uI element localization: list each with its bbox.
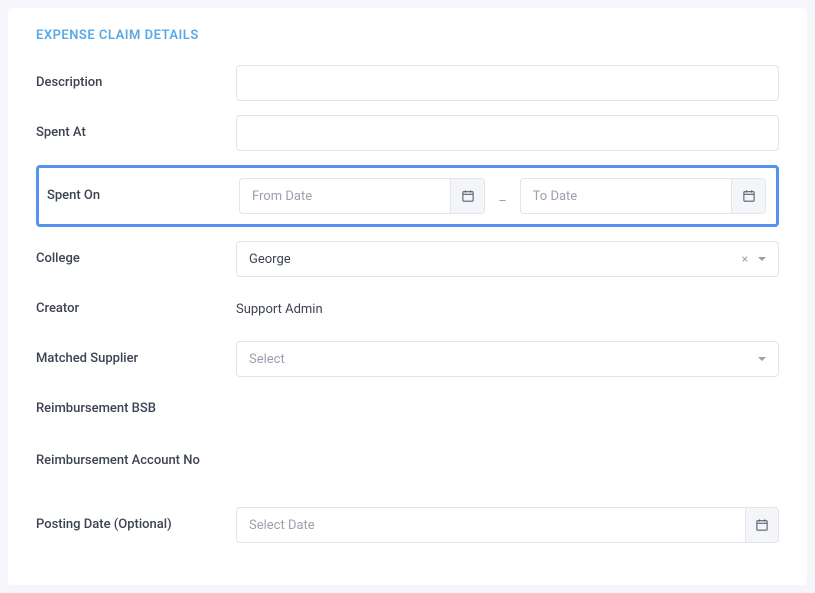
from-date-input[interactable] (240, 179, 450, 213)
college-select[interactable]: George × (236, 241, 779, 277)
row-reimbursement-account-no: Reimbursement Account No (36, 449, 779, 485)
label-reimbursement-account-no: Reimbursement Account No (36, 449, 236, 470)
label-spent-at: Spent At (36, 125, 236, 142)
posting-date-placeholder: Select Date (249, 518, 315, 533)
calendar-icon (743, 190, 755, 202)
chevron-down-icon (758, 257, 766, 261)
row-creator: Creator Support Admin (36, 291, 779, 327)
row-description: Description (36, 65, 779, 101)
label-college: College (36, 251, 236, 268)
expense-claim-details-panel: EXPENSE CLAIM DETAILS Description Spent … (8, 8, 807, 585)
row-matched-supplier: Matched Supplier Select (36, 341, 779, 377)
label-matched-supplier: Matched Supplier (36, 351, 236, 368)
row-reimbursement-bsb: Reimbursement BSB (36, 391, 779, 427)
label-spent-on: Spent On (47, 188, 239, 205)
row-posting-date: Posting Date (Optional) Select Date (36, 507, 779, 543)
creator-value: Support Admin (236, 302, 323, 317)
matched-supplier-placeholder: Select (249, 352, 285, 367)
label-reimbursement-bsb: Reimbursement BSB (36, 401, 236, 418)
description-input[interactable] (236, 65, 779, 101)
calendar-icon (756, 519, 768, 531)
from-date-group (239, 178, 485, 214)
posting-date-input[interactable]: Select Date (236, 507, 745, 543)
label-posting-date: Posting Date (Optional) (36, 517, 236, 534)
to-date-input[interactable] (521, 179, 731, 213)
range-separator: _ (497, 188, 507, 204)
matched-supplier-select[interactable]: Select (236, 341, 779, 377)
label-creator: Creator (36, 301, 236, 318)
to-date-picker-button[interactable] (731, 179, 765, 213)
to-date-group (520, 178, 766, 214)
calendar-icon (462, 190, 474, 202)
section-title: EXPENSE CLAIM DETAILS (36, 28, 779, 43)
row-spent-at: Spent At (36, 115, 779, 151)
row-college: College George × (36, 241, 779, 277)
from-date-picker-button[interactable] (450, 179, 484, 213)
label-description: Description (36, 75, 236, 92)
college-clear-button[interactable]: × (742, 253, 748, 265)
college-selected-value: George (249, 252, 291, 267)
spent-at-input[interactable] (236, 115, 779, 151)
posting-date-picker-button[interactable] (745, 507, 779, 543)
chevron-down-icon (758, 357, 766, 361)
spent-on-highlight: Spent On _ (36, 165, 779, 227)
